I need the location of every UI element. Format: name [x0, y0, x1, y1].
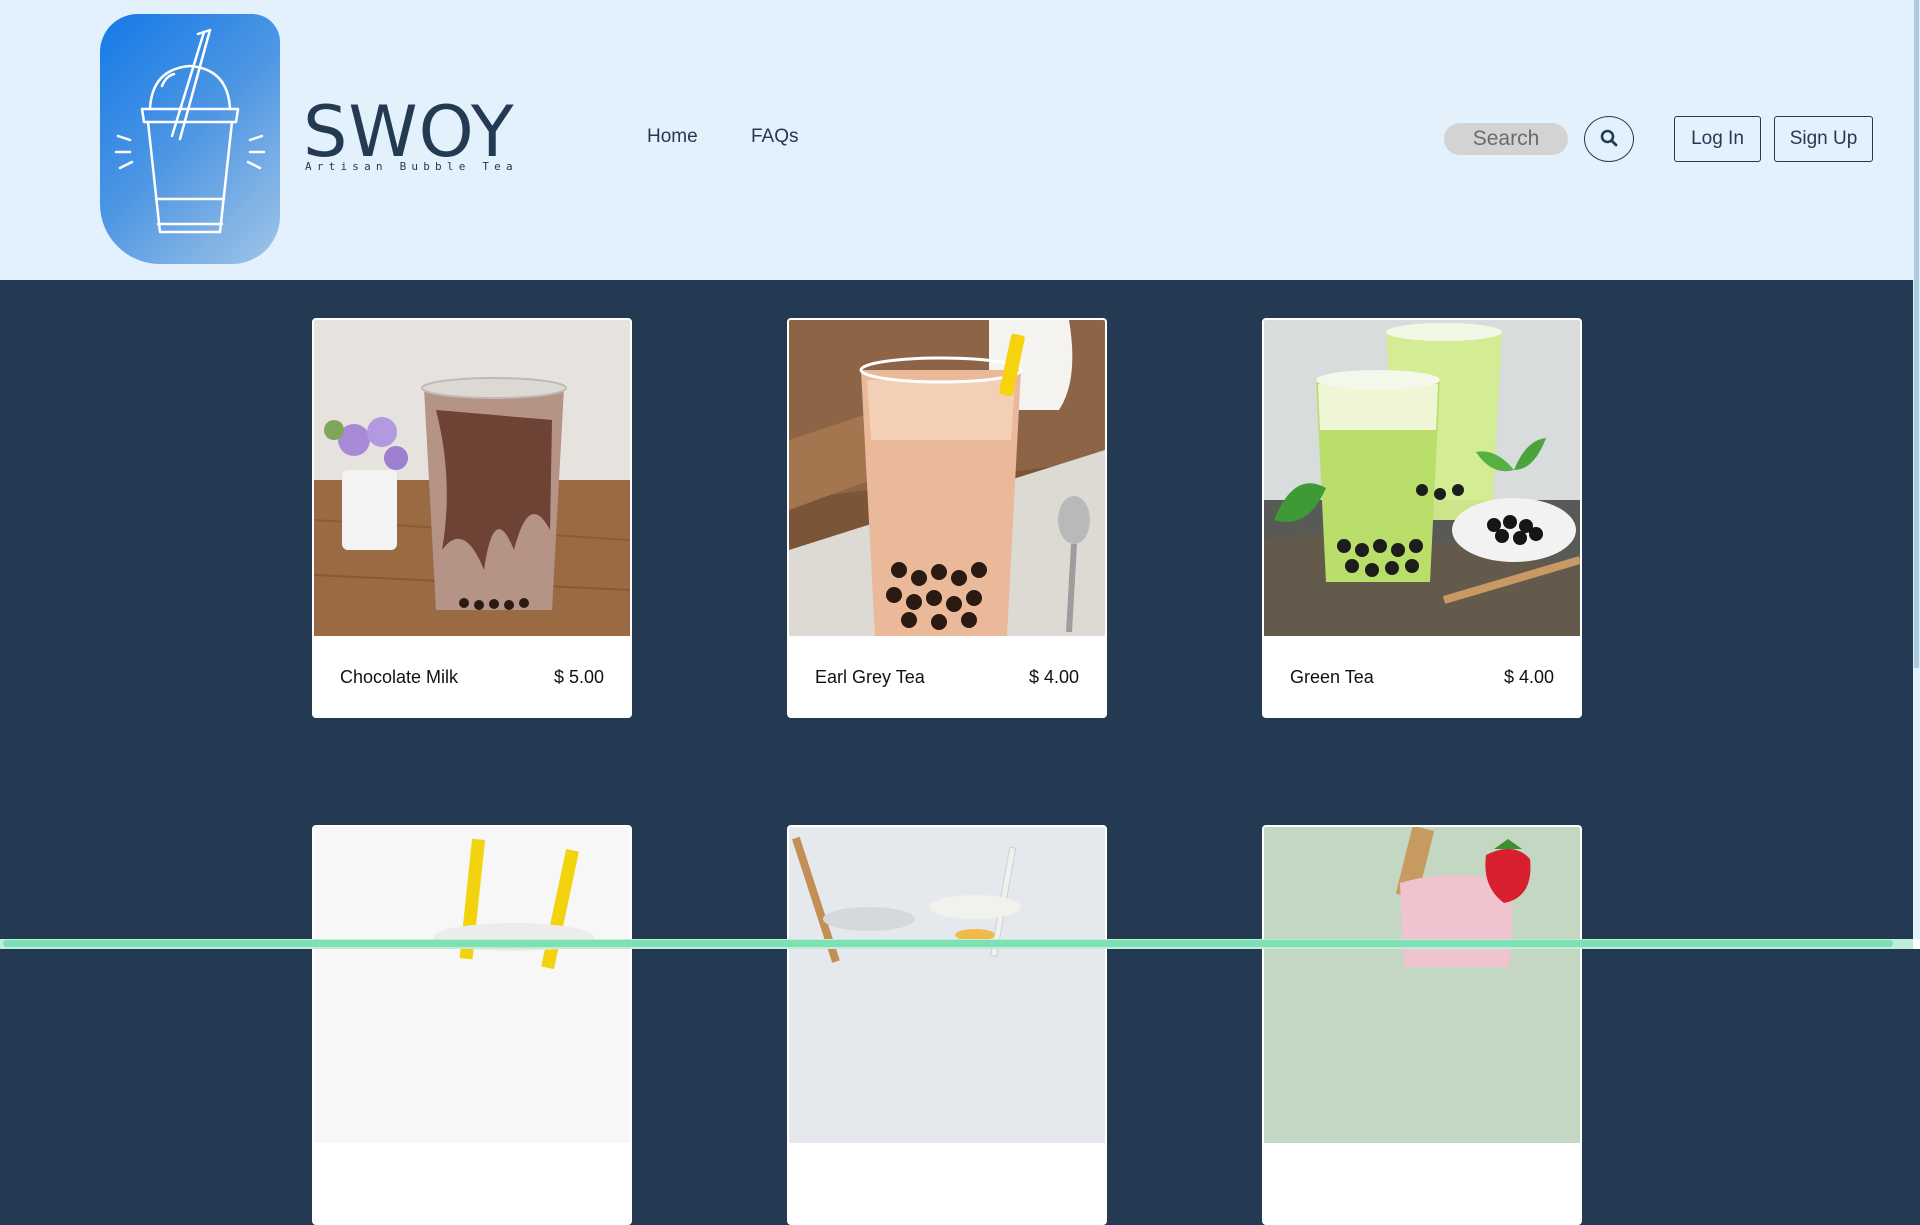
product-card[interactable] — [1262, 825, 1582, 1225]
product-price: $ 4.00 — [1503, 667, 1554, 687]
product-card[interactable]: Earl Grey Tea $ 4.00 — [787, 318, 1107, 718]
login-button[interactable]: Log In — [1674, 116, 1761, 162]
product-card[interactable]: Chocolate Milk $ 5.00 — [312, 318, 632, 718]
search-icon — [1600, 129, 1618, 147]
product-name: Chocolate Milk — [340, 667, 459, 687]
product-name: Earl Grey Tea — [815, 667, 925, 687]
product-image — [789, 827, 1105, 1143]
scrollbar-corner — [1913, 939, 1920, 949]
vertical-scrollbar-thumb[interactable] — [1914, 0, 1919, 668]
product-image — [314, 320, 630, 636]
product-image — [1264, 320, 1580, 636]
brand-tagline: Artisan Bubble Tea — [305, 160, 518, 173]
product-image — [789, 320, 1105, 636]
nav-home-link[interactable]: Home — [647, 126, 698, 148]
signup-button[interactable]: Sign Up — [1774, 116, 1873, 162]
product-card[interactable] — [787, 825, 1107, 1225]
product-price: $ 4.00 — [1028, 667, 1079, 687]
product-image — [1264, 827, 1580, 1143]
product-name: Green Tea — [1290, 667, 1374, 687]
site-header: SWOY Artisan Bubble Tea Home FAQs Log In… — [0, 0, 1913, 280]
search-input[interactable] — [1444, 123, 1568, 155]
product-card[interactable] — [312, 825, 632, 1225]
product-card[interactable]: Green Tea $ 4.00 — [1262, 318, 1582, 718]
logo[interactable] — [100, 14, 280, 264]
product-image — [314, 827, 630, 1143]
search-button[interactable] — [1584, 116, 1634, 162]
horizontal-scrollbar-thumb[interactable] — [3, 940, 1893, 947]
product-price: $ 5.00 — [553, 667, 604, 687]
nav-faqs-link[interactable]: FAQs — [751, 126, 799, 148]
bubble-tea-cup-icon — [114, 28, 266, 234]
